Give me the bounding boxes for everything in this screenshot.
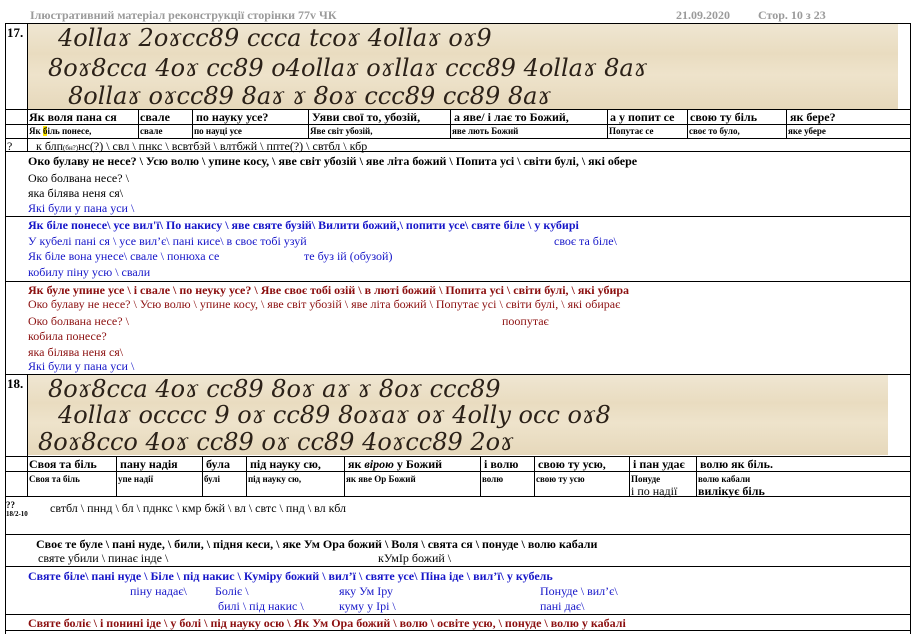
subheader-cell: Своя та біль (29, 474, 80, 484)
reading-line-blue: куму у Ірі \ (339, 599, 396, 613)
scan-line: 4ollaɤ 2oɤcc89 ccca tcoɤ 4ollaɤ oɤ9 (57, 24, 492, 52)
subheader-cell: Попутає се (609, 126, 654, 136)
reading-line-blue: билі \ під накис \ (218, 599, 304, 613)
reading-line-red: кобила понесе? (28, 329, 107, 343)
reading-line-blue: Понуде \ вил’є\ (540, 584, 618, 598)
subheader-cell: Як біль понесе, (29, 126, 92, 136)
scan-line: 8oɤ8cco 4oɤ cc89 oɤ cc89 4oɤcc89 2oɤ (38, 428, 514, 455)
subheader-cell: волю (482, 474, 504, 484)
header-cell: під науку сю, (250, 457, 321, 471)
reading-line-blue: піну надає\ (130, 584, 187, 598)
subheader-cell: своє то було, (689, 126, 740, 136)
row-marker-small: 18/2-10 (6, 510, 28, 518)
header-cell: а у попит се (610, 110, 675, 124)
header-cell: Уяви свої то, убозій, (312, 110, 421, 124)
reading-bold-line-red: Як буле упине усе \ і свале \ по неуку у… (28, 283, 630, 297)
reading-bold-line: Своє те буле \ пані нуде, \ били, \ підн… (36, 537, 598, 551)
header-cell: свале (140, 110, 170, 124)
scan-line: 4ollaɤ occcc 9 oɤ cc89 8oɤaɤ oɤ 4olly oc… (57, 401, 611, 429)
reading-line-blue: кобилу піну усю \ свали (28, 265, 151, 279)
subheader-cell: волю кабали (698, 474, 751, 484)
subheader-cell: Яве світ убозій, (310, 126, 373, 136)
reading-bold-line: Око булаву не несе? \ Усю волю \ упине к… (28, 154, 638, 168)
subheader-cell: свою ту усю (536, 474, 585, 484)
header-cell: Своя та біль (29, 457, 97, 471)
row-marker: ?? (6, 500, 15, 510)
reading-line-blue: пані дає\ (540, 599, 585, 613)
subheader-cell: Понуде (631, 474, 661, 484)
reading-line: Око болвана несе? \ (28, 171, 129, 185)
manuscript-scan-18: 8oɤ8cca 4oɤ cc89 8oɤ aɤ ɤ 8oɤ ccc89 4oll… (28, 375, 888, 455)
section-number-17: 17. (7, 25, 24, 40)
reading-line: кУмІр божий \ (378, 551, 452, 565)
subheader-cell: яке убере (788, 126, 826, 136)
transliteration-row: свтбл \ пннд \ бл \ пднкс \ кмр бжй \ вл… (50, 501, 346, 515)
subheader-cell: по науці усе (194, 126, 242, 136)
header-cell: як бере? (790, 110, 836, 124)
reading-line-blue: яку Ум Іру (339, 584, 394, 598)
scan-line: 8ollaɤ oɤcc89 8aɤ ɤ 8oɤ ccc89 cc89 8aɤ (68, 82, 551, 109)
reading-line-blue: те буз ій (обузой) (304, 249, 393, 263)
reading-line: яка білява неня ся\ (28, 186, 124, 200)
reading-line-blue: У кубелі пані ся \ усе вил’є\ пані кисе\… (28, 234, 307, 248)
reading-line-red: Око болвана несе? \ (28, 314, 129, 328)
reading-line-blue: своє та біле\ (554, 234, 617, 248)
subheader-cell: під науку сю, (248, 474, 302, 484)
reading-bold-line-blue: Святе біле\ пані нуде \ Біле \ під накис… (28, 569, 553, 583)
header-cell: свою ту усю, (538, 457, 606, 471)
subheader-cell: свале (140, 126, 163, 136)
reading-line-red: Око булаву не несе? \ Усю волю \ упине к… (28, 297, 621, 311)
section-number-18: 18. (7, 376, 24, 391)
header-cell: була (206, 457, 230, 471)
reading-line-red: яка білява неня ся\ (28, 345, 124, 359)
header-cell: пану надія (120, 457, 178, 471)
subheader-cell: як яве Ор Божий (346, 474, 416, 484)
reading-bold-line-blue: Як біле понесе\ усе вил'ї\ По накису \ я… (28, 218, 579, 232)
header-cell: і волю (484, 457, 519, 471)
document-date: 21.09.2020 (676, 8, 730, 22)
scan-line: 8oɤ8cca 4oɤ cc89 o4ollaɤ oɤllaɤ ccc89 4o… (48, 54, 648, 82)
header-cell: свою ту біль (690, 110, 758, 124)
subheader-cell: булі (204, 474, 220, 484)
subheader-cell: упе надії (118, 474, 154, 484)
scan-line: 8oɤ8cca 4oɤ cc89 8oɤ aɤ ɤ 8oɤ ccc89 (48, 375, 501, 403)
manuscript-scan-17: 4ollaɤ 2oɤcc89 ccca tcoɤ 4ollaɤ oɤ9 8oɤ8… (28, 24, 898, 109)
subheader-cell: яве лють Божий (452, 126, 519, 136)
reading-line-red: поопутає (502, 314, 549, 328)
header-cell: Як воля пана ся (29, 110, 117, 124)
reading-line: святе убили \ пинає інде \ (38, 551, 169, 565)
page-number: Стор. 10 з 23 (758, 8, 826, 22)
document-title: Ілюстративний матеріал реконструкції сто… (30, 8, 337, 22)
header-cell: як вірою у Божий (348, 457, 443, 471)
header-cell: волю як біль. (700, 457, 773, 471)
header-cell: а яве/ і лає то Божий, (454, 110, 569, 124)
reading-line-blue: Які були у пана уси \ (28, 359, 135, 373)
reading-line-blue: Як біле вона унесе\ свале \ понюха се (28, 249, 220, 263)
reading-bold-line-red: Святе боліє \ і понині іде \ у болі \ пі… (28, 616, 626, 630)
reading-line-blue: Боліє \ (215, 584, 249, 598)
header-cell: по науку усе? (196, 110, 269, 124)
reading-line-blue: Які були у пана уси \ (28, 201, 135, 215)
header-cell: і пан удає (633, 457, 685, 471)
